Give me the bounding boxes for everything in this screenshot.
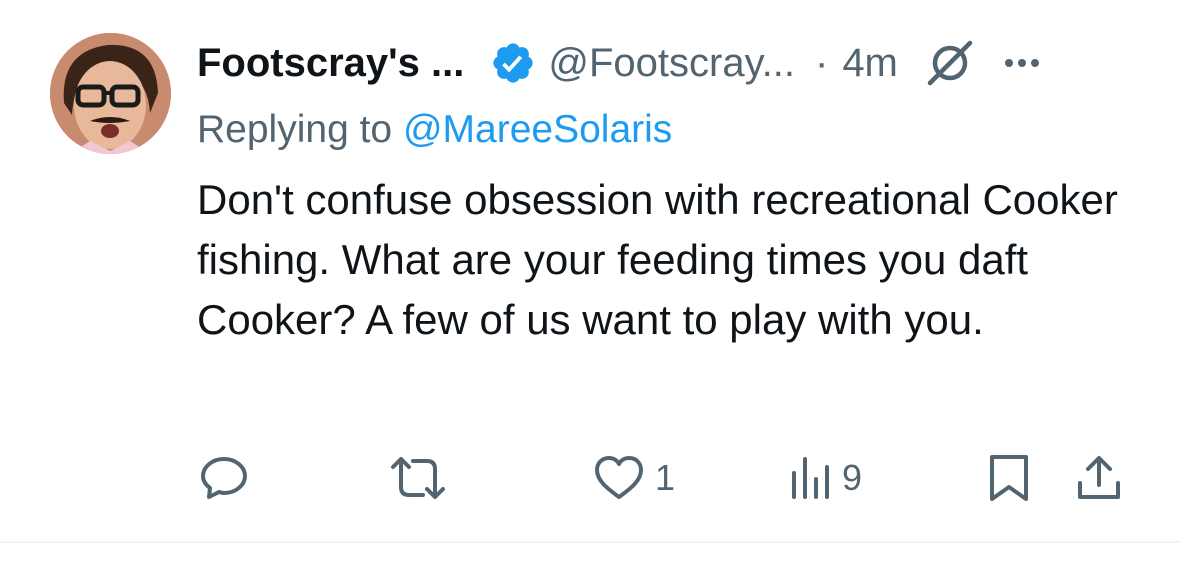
tweet-body: Don't confuse obsession with recreationa… — [197, 176, 1118, 343]
user-handle[interactable]: @Footscray... — [548, 41, 795, 86]
bookmark-button[interactable] — [986, 450, 1032, 506]
tweet[interactable]: Footscray's ... @Footscray... · 4m Reply… — [0, 0, 1179, 563]
bookmark-icon — [990, 455, 1028, 501]
action-bar: 1 9 — [0, 450, 1179, 506]
retweet-button[interactable] — [387, 450, 449, 506]
reply-mention-link[interactable]: @MareeSolaris — [403, 108, 672, 151]
replying-to: Replying to @MareeSolaris — [197, 108, 672, 152]
more-options-icon[interactable] — [998, 39, 1046, 87]
avatar-image — [50, 33, 171, 154]
tweet-header: Footscray's ... @Footscray... · 4m — [197, 38, 1046, 88]
views-button[interactable]: 9 — [788, 450, 862, 506]
retweet-icon — [391, 457, 445, 499]
reply-button[interactable] — [197, 450, 251, 506]
display-name[interactable]: Footscray's ... — [197, 41, 464, 86]
tweet-divider — [0, 541, 1179, 543]
replying-to-label: Replying to — [197, 108, 403, 151]
avatar[interactable] — [50, 33, 171, 154]
tweet-text: Don't confuse obsession with recreationa… — [197, 170, 1137, 350]
share-button[interactable] — [1074, 450, 1124, 506]
speech-bubble-icon — [201, 457, 247, 499]
separator-dot: · — [814, 40, 829, 85]
grok-icon[interactable] — [924, 37, 976, 89]
like-button[interactable]: 1 — [591, 450, 675, 506]
verified-badge-icon[interactable] — [490, 40, 536, 86]
heart-icon — [595, 456, 643, 499]
like-count: 1 — [655, 457, 676, 498]
share-icon — [1078, 456, 1120, 499]
views-count: 9 — [842, 457, 863, 498]
timestamp[interactable]: 4m — [842, 41, 898, 86]
bar-chart-icon — [792, 457, 829, 499]
